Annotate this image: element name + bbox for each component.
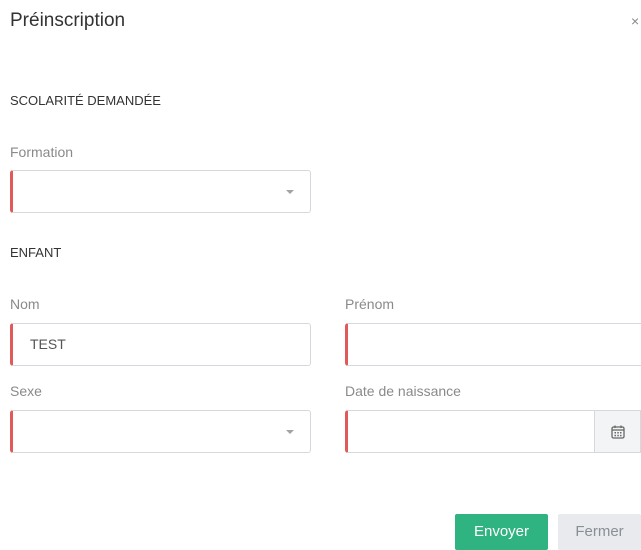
prenom-input[interactable] — [345, 323, 641, 366]
section-title-child: ENFANT — [10, 245, 62, 260]
calendar-icon — [611, 425, 625, 439]
prenom-label: Prénom — [345, 296, 395, 312]
modal-title: Préinscription — [10, 10, 126, 31]
sexe-select[interactable] — [10, 410, 311, 453]
close-button[interactable]: Fermer — [558, 514, 641, 550]
chevron-down-icon — [286, 430, 294, 434]
send-button[interactable]: Envoyer — [455, 514, 548, 550]
nom-input[interactable]: TEST — [10, 323, 311, 366]
sexe-label: Sexe — [10, 383, 42, 399]
formation-label: Formation — [10, 144, 74, 160]
dob-input[interactable] — [345, 410, 595, 453]
formation-select[interactable] — [10, 170, 311, 213]
section-title-schooling: SCOLARITÉ DEMANDÉE — [10, 93, 161, 108]
close-icon[interactable]: × — [631, 14, 639, 28]
chevron-down-icon — [286, 190, 294, 194]
calendar-button[interactable] — [595, 410, 641, 453]
dob-label: Date de naissance — [345, 383, 461, 399]
nom-value: TEST — [30, 336, 66, 352]
nom-label: Nom — [10, 296, 40, 312]
